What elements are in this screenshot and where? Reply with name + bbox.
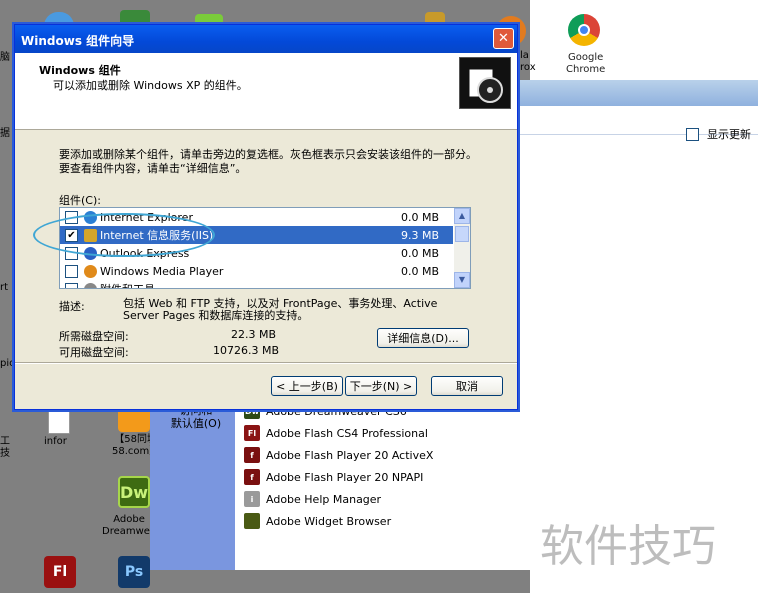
edge-label-4: pic — [0, 358, 15, 369]
dialog-title: Windows 组件向导 — [21, 34, 135, 48]
component-size: 9.3 MB — [400, 228, 439, 242]
dialog-titlebar[interactable]: Windows 组件向导 ✕ — [15, 25, 517, 53]
program-name: Adobe Widget Browser — [266, 514, 392, 528]
component-name: 附件和工具 — [100, 281, 155, 288]
component-size: 0.0 MB — [400, 210, 439, 224]
required-space-label: 所需磁盘空间: — [59, 330, 129, 343]
components-label: 组件(C): — [59, 194, 101, 207]
description-label: 描述: — [59, 300, 85, 313]
header-title: Windows 组件 — [39, 64, 121, 77]
components-scrollbar[interactable]: ▲ ▼ — [454, 208, 470, 288]
flash-player-icon: f — [244, 447, 260, 463]
dreamweaver-icon[interactable]: Dw — [118, 476, 150, 508]
flash-player-icon: f — [244, 469, 260, 485]
scroll-thumb[interactable] — [455, 226, 469, 242]
chrome-icon[interactable] — [568, 14, 600, 46]
infor-label: infor — [44, 436, 67, 447]
program-item[interactable]: f Adobe Flash Player 20 NPAPI — [240, 466, 680, 488]
back-button[interactable]: < 上一步(B) — [271, 376, 343, 396]
dreamweaver-label: Adobe Dreamwea — [102, 514, 157, 537]
show-updates-checkbox[interactable] — [686, 127, 699, 141]
accessories-icon — [84, 282, 97, 288]
program-name: Adobe Flash Player 20 ActiveX — [266, 448, 434, 462]
show-updates-toggle[interactable]: 显示更新 — [686, 126, 751, 142]
close-icon[interactable]: ✕ — [493, 28, 514, 49]
component-checkbox[interactable] — [65, 264, 78, 278]
edge-label-1: 脑 — [0, 52, 10, 63]
edge-label-3: rt — [0, 282, 9, 293]
program-name: Adobe Flash Player 20 NPAPI — [266, 470, 424, 484]
component-name: Windows Media Player — [100, 264, 224, 278]
next-button[interactable]: 下一步(N) > — [345, 376, 417, 396]
program-name: Adobe Help Manager — [266, 492, 382, 506]
firefox-label: la rox — [520, 50, 536, 73]
components-box-icon — [459, 57, 511, 109]
cancel-button[interactable]: 取消 — [431, 376, 503, 396]
component-row[interactable]: Windows Media Player 0.0 MB — [60, 262, 453, 280]
scroll-up-icon[interactable]: ▲ — [454, 208, 470, 224]
highlight-ellipse — [33, 213, 215, 257]
program-item[interactable]: f Adobe Flash Player 20 ActiveX — [240, 444, 680, 466]
program-name: Adobe Flash CS4 Professional — [266, 426, 428, 440]
widget-browser-icon — [244, 513, 260, 529]
flash-cs4-icon: Fl — [244, 425, 260, 441]
program-item[interactable]: Fl Adobe Flash CS4 Professional — [240, 422, 680, 444]
media-player-icon — [84, 264, 97, 278]
details-button[interactable]: 详细信息(D)... — [377, 328, 469, 348]
photoshop-icon[interactable]: Ps — [118, 556, 150, 588]
component-checkbox[interactable] — [65, 282, 78, 288]
available-space-value: 10726.3 MB — [213, 344, 280, 357]
infor-file-icon[interactable] — [48, 406, 70, 434]
component-row[interactable]: 附件和工具 — [60, 280, 453, 288]
description-text: 包括 Web 和 FTP 支持，以及对 FrontPage、事务处理、Activ… — [123, 297, 438, 322]
scroll-down-icon[interactable]: ▼ — [454, 272, 470, 288]
instructions-text: 要添加或删除某个组件，请单击旁边的复选框。灰色框表示只会安装该组件的一部分。要查… — [59, 148, 477, 175]
edge-label-2: 据 — [0, 128, 10, 139]
available-space-label: 可用磁盘空间: — [59, 346, 129, 359]
flash-icon[interactable]: Fl — [44, 556, 76, 588]
button-separator — [15, 362, 517, 364]
required-space-value: 22.3 MB — [231, 328, 277, 341]
help-manager-icon: i — [244, 491, 260, 507]
header-subtitle: 可以添加或删除 Windows XP 的组件。 — [53, 79, 248, 92]
show-updates-label: 显示更新 — [707, 128, 751, 141]
chrome-label: Google Chrome — [566, 52, 606, 75]
component-size: 0.0 MB — [400, 246, 439, 260]
dialog-header: Windows 组件 可以添加或删除 Windows XP 的组件。 — [15, 53, 517, 130]
edge-label-5: 工 技 — [0, 436, 10, 459]
watermark-text: 软件技巧 — [540, 521, 716, 572]
component-size: 0.0 MB — [400, 264, 439, 278]
program-item[interactable]: i Adobe Help Manager — [240, 488, 680, 510]
